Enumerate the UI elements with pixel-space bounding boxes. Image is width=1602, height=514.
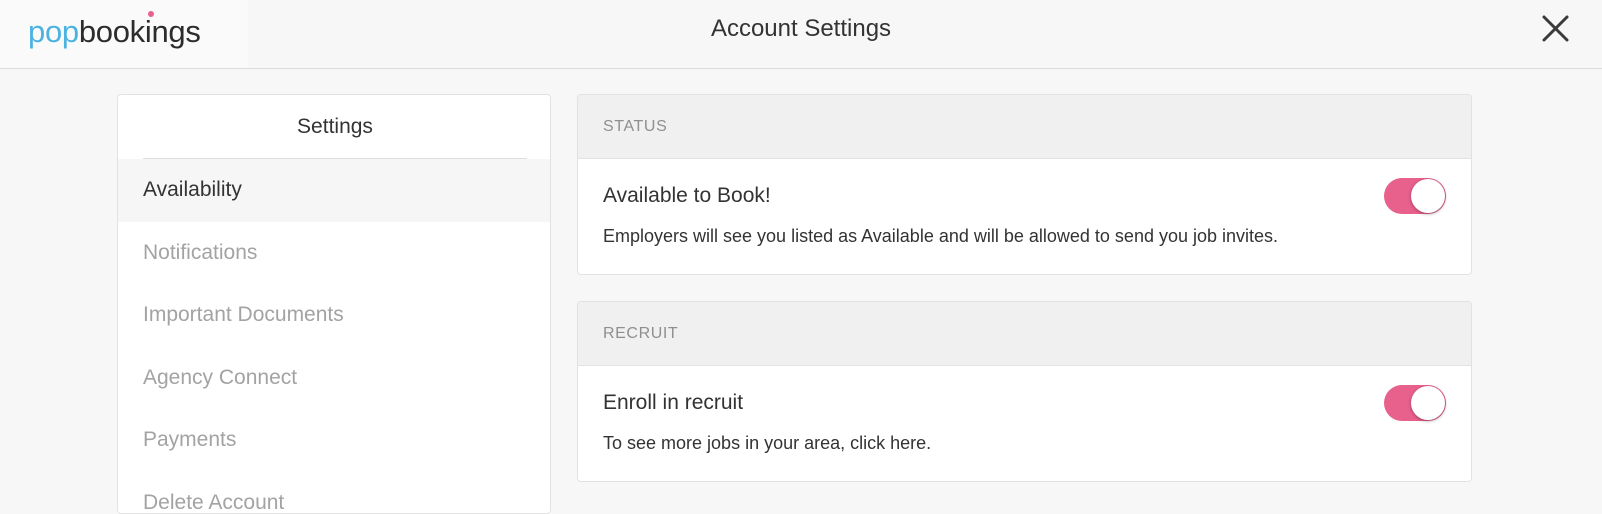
recruit-description[interactable]: To see more jobs in your area, click her… [603,431,931,455]
status-card: STATUS Available to Book! Employers will… [577,94,1472,275]
toggle-knob [1411,386,1445,420]
sidebar-heading: Settings [143,95,527,159]
page-title: Account Settings [710,15,892,42]
top-bar: popbookings Account Settings [0,0,1602,69]
recruit-card: RECRUIT Enroll in recruit To see more jo… [577,301,1472,482]
recruit-section-header: RECRUIT [578,302,1471,366]
availability-title: Available to Book! [603,184,771,207]
toggle-knob [1411,179,1445,213]
availability-toggle[interactable] [1384,178,1446,214]
close-button[interactable] [1538,12,1572,46]
sidebar-item-notifications[interactable]: Notifications [118,222,550,285]
recruit-title: Enroll in recruit [603,391,744,414]
sidebar-item-agency-connect[interactable]: Agency Connect [118,347,550,410]
sidebar-item-important-documents[interactable]: Important Documents [118,284,550,347]
close-icon [1542,15,1569,42]
settings-sidebar: Settings Availability Notifications Impo… [117,94,551,514]
availability-description: Employers will see you listed as Availab… [603,226,1279,246]
recruit-toggle[interactable] [1384,385,1446,421]
sidebar-item-availability[interactable]: Availability [118,159,550,222]
sidebar-item-payments[interactable]: Payments [118,409,550,472]
sidebar-item-delete-account[interactable]: Delete Account [118,472,550,513]
sidebar-menu: Availability Notifications Important Doc… [118,159,550,513]
status-section-header: STATUS [578,95,1471,159]
